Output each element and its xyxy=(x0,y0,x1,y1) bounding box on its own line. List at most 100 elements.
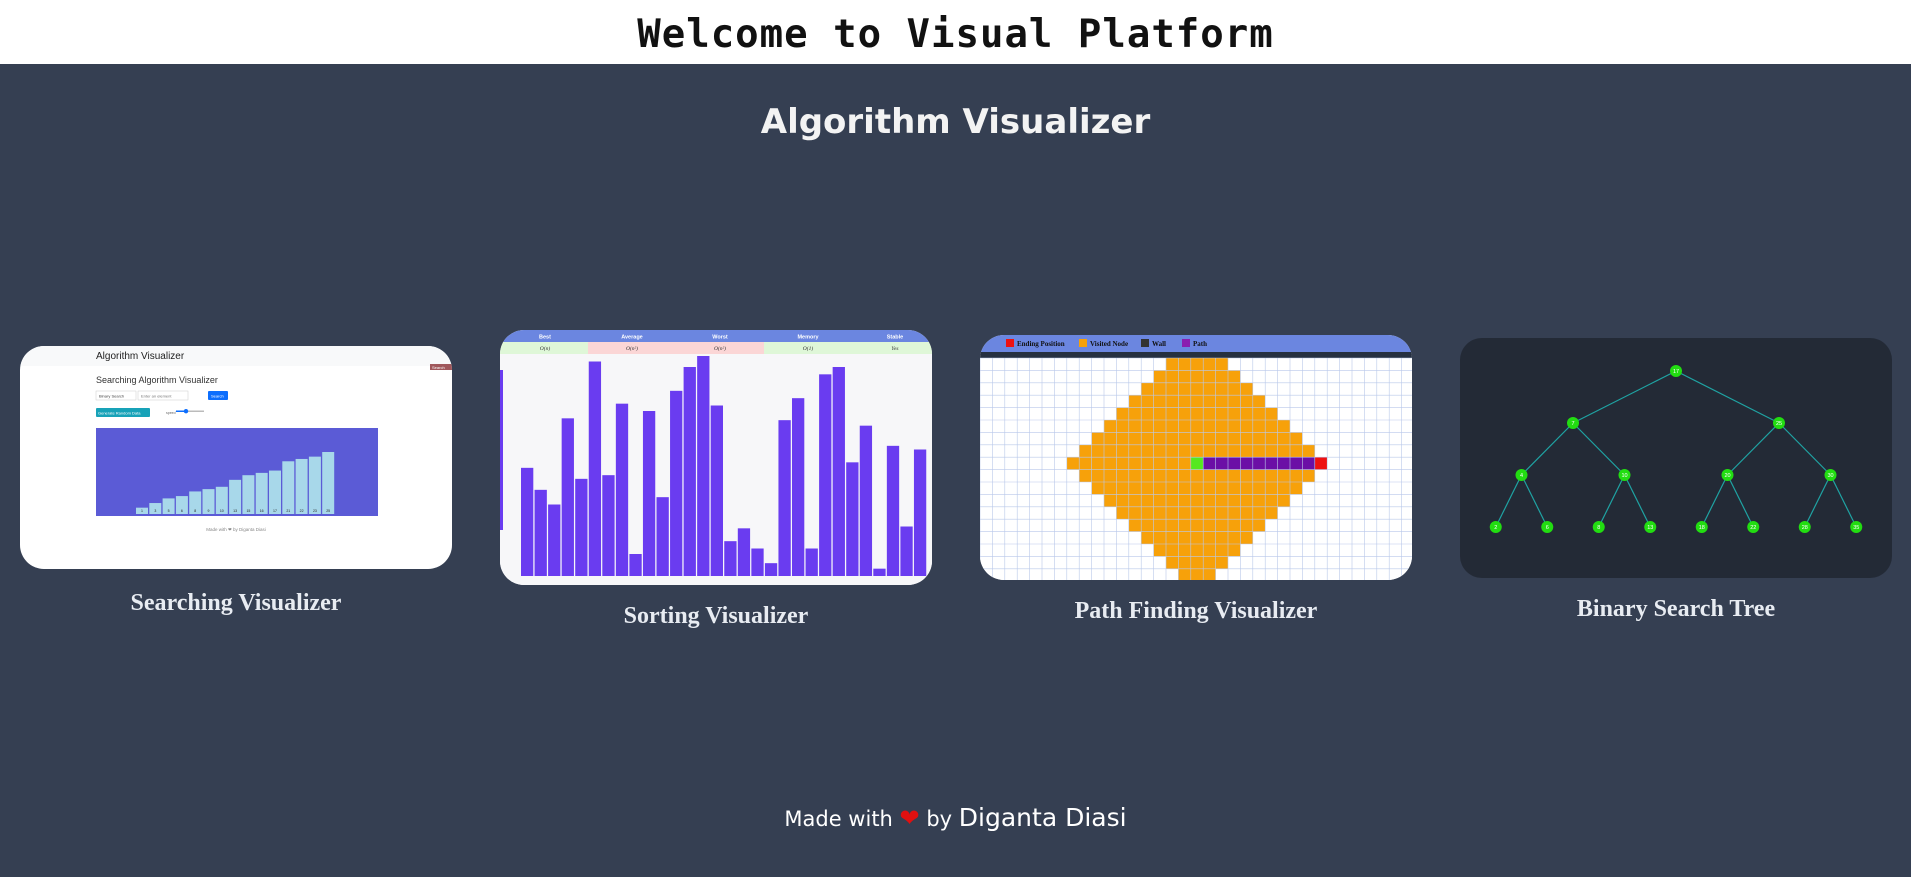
tree-edge xyxy=(1726,474,1754,528)
visited-cell xyxy=(1265,420,1278,433)
legend-wall: Wall xyxy=(1152,340,1166,348)
visited-cell xyxy=(1302,444,1315,458)
sort-bar xyxy=(805,548,818,576)
path-cell xyxy=(1252,457,1266,470)
visited-cell xyxy=(1215,556,1228,569)
visited-cell xyxy=(1166,556,1179,569)
sort-bar xyxy=(534,489,547,576)
visited-cell xyxy=(1104,432,1117,445)
preview-speed-label: speed xyxy=(166,411,176,415)
visited-cell xyxy=(1091,432,1104,445)
visited-cell xyxy=(1153,420,1166,433)
visited-cell xyxy=(1190,469,1204,482)
sorting-visualizer-card[interactable]: Best Average Worst Memory Stable O(n) O(n²) O(n… xyxy=(500,330,932,585)
visited-cell xyxy=(1190,395,1204,408)
path-finding-visualizer-card[interactable]: Ending Position Visited Node Wall Path xyxy=(980,335,1412,580)
tree-node-label: 7 xyxy=(1571,421,1574,427)
visited-cell xyxy=(1203,420,1216,433)
search-bar xyxy=(322,452,335,514)
visited-cell xyxy=(1215,519,1228,532)
visited-cell xyxy=(1091,482,1104,495)
visited-cell xyxy=(1203,544,1216,557)
legend-path: Path xyxy=(1193,340,1207,348)
visited-cell xyxy=(1240,482,1253,495)
visited-cell xyxy=(1128,444,1142,458)
visited-cell xyxy=(1128,432,1142,445)
visited-cell xyxy=(1166,519,1179,532)
path-cell xyxy=(1203,457,1216,470)
visited-cell xyxy=(1178,506,1191,520)
visited-cell xyxy=(1128,420,1142,433)
search-bar xyxy=(255,472,268,514)
visited-cell xyxy=(1203,432,1216,445)
sorting-preview: Best Average Worst Memory Stable O(n) O(n²) O(n… xyxy=(500,330,932,585)
sort-bar xyxy=(886,445,900,576)
path-finding-visualizer-caption[interactable]: Path Finding Visualizer xyxy=(976,598,1416,625)
visited-cell xyxy=(1104,482,1117,495)
tree-node-label: 25 xyxy=(1776,421,1782,427)
visited-cell xyxy=(1228,370,1241,383)
visited-cell xyxy=(1178,420,1191,433)
search-bar xyxy=(308,456,321,514)
search-bar-label: 25 xyxy=(326,509,330,513)
visited-cell xyxy=(1116,482,1129,495)
tree-edge xyxy=(1495,474,1523,528)
visited-cell xyxy=(1290,482,1303,495)
visited-cell xyxy=(1166,382,1179,396)
visited-cell xyxy=(1066,457,1080,470)
visited-cell xyxy=(1178,556,1191,569)
sort-bar xyxy=(548,504,561,576)
tree-node-label: 20 xyxy=(1724,473,1730,479)
preview-nav-button: Search xyxy=(432,365,445,370)
visited-cell xyxy=(1178,370,1191,383)
sorting-visualizer-caption[interactable]: Sorting Visualizer xyxy=(496,603,936,630)
visited-cell xyxy=(1240,444,1253,458)
binary-search-tree-caption[interactable]: Binary Search Tree xyxy=(1456,596,1896,623)
sort-bar xyxy=(792,398,805,576)
sort-bar xyxy=(602,475,615,576)
visited-cell xyxy=(1128,494,1142,507)
visited-cell xyxy=(1228,519,1241,532)
searching-visualizer-caption[interactable]: Searching Visualizer xyxy=(16,590,456,617)
visited-cell xyxy=(1215,469,1228,482)
visited-cell xyxy=(1265,444,1278,458)
visited-cell xyxy=(1153,457,1166,470)
visited-cell xyxy=(1190,432,1204,445)
sort-bar xyxy=(778,420,791,576)
visited-cell xyxy=(1203,407,1216,420)
visited-cell xyxy=(1215,395,1228,408)
visited-cell xyxy=(1215,407,1228,420)
visited-cell xyxy=(1178,531,1191,544)
tree-node-label: 6 xyxy=(1546,525,1549,531)
tree-edge xyxy=(1675,370,1780,424)
sort-bar xyxy=(670,390,683,576)
visited-cell xyxy=(1128,407,1142,420)
visited-cell xyxy=(1240,506,1253,520)
visited-cell xyxy=(1190,544,1204,557)
visited-cell xyxy=(1203,370,1216,383)
legend-visited: Visited Node xyxy=(1090,340,1128,348)
visited-cell xyxy=(1141,432,1154,445)
visited-cell xyxy=(1178,494,1191,507)
sort-bar xyxy=(588,361,602,576)
visited-cell xyxy=(1240,531,1253,544)
visited-cell xyxy=(1153,370,1166,383)
binary-search-tree-card[interactable]: 17 7 25 4 10 20 30 2 6 8 13 18 22 28 35 xyxy=(1460,338,1892,578)
visited-cell xyxy=(1190,506,1204,520)
preview-heading: Searching Algorithm Visualizer xyxy=(96,375,218,385)
visited-cell xyxy=(1141,420,1154,433)
visited-cell xyxy=(1178,457,1191,470)
visited-cell xyxy=(1091,444,1104,458)
visited-cell xyxy=(1203,494,1216,507)
search-bar-label: 16 xyxy=(260,509,264,513)
page-title: Welcome to Visual Platform xyxy=(637,12,1274,57)
visited-cell xyxy=(1215,370,1228,383)
visited-cell xyxy=(1240,519,1253,532)
visited-cell xyxy=(1252,519,1266,532)
visited-cell xyxy=(1228,444,1241,458)
searching-visualizer-card[interactable]: Algorithm Visualizer Search Searching Al… xyxy=(20,346,452,569)
sort-bar xyxy=(697,356,710,576)
visited-cell xyxy=(1116,506,1129,520)
visited-cell xyxy=(1178,395,1191,408)
visited-cell xyxy=(1252,420,1266,433)
